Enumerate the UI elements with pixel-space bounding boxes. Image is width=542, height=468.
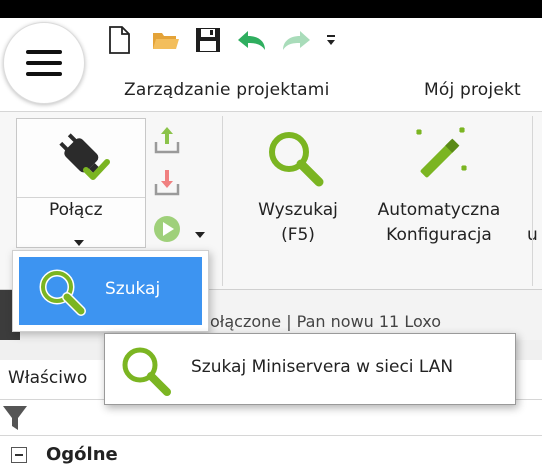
menu-item-search[interactable]: Szukaj xyxy=(19,257,202,325)
save-icon[interactable] xyxy=(192,26,224,54)
autoconfig-label: Automatyczna xyxy=(377,200,501,220)
redo-icon[interactable] xyxy=(278,26,316,54)
section-title-general: Ogólne xyxy=(46,444,118,465)
filter-row xyxy=(0,400,542,436)
search-magnifier-icon xyxy=(119,344,173,402)
upload-icon[interactable] xyxy=(152,124,182,160)
tooltip-text: Szukaj Miniservera w sieci LAN xyxy=(191,357,454,377)
search-magnifier-icon xyxy=(37,267,87,321)
group-separator-right xyxy=(532,116,533,286)
collapse-toggle-icon[interactable] xyxy=(11,447,27,463)
download-icon[interactable] xyxy=(152,166,182,202)
window-top-edge xyxy=(0,0,542,18)
play-dropdown-arrow-icon[interactable] xyxy=(194,224,206,243)
obscured-status-text: ołączone | Pan nowu 11 Loxo xyxy=(210,312,442,331)
customize-toolbar-icon[interactable] xyxy=(322,26,340,54)
tab-project-management[interactable]: Zarządzanie projektami xyxy=(124,80,330,100)
split-divider xyxy=(17,197,145,198)
connect-dropdown-arrow-icon[interactable] xyxy=(73,232,85,251)
search-label: Wyszukaj xyxy=(258,200,338,220)
app-menu-button[interactable] xyxy=(3,22,85,104)
connect-dropdown-menu: Szukaj xyxy=(12,250,209,332)
open-folder-icon[interactable] xyxy=(150,26,182,54)
play-icon[interactable] xyxy=(152,214,182,248)
undo-icon[interactable] xyxy=(232,26,270,54)
group-separator xyxy=(222,116,223,286)
tab-my-project[interactable]: Mój projekt xyxy=(424,80,521,100)
connect-label: Połącz xyxy=(49,200,103,220)
search-shortcut-label: (F5) xyxy=(281,225,315,245)
filter-icon[interactable] xyxy=(2,404,28,436)
autoconfig-label-line2: Konfiguracja xyxy=(386,225,492,245)
menu-item-search-label: Szukaj xyxy=(105,279,161,299)
search-magnifier-icon[interactable] xyxy=(265,128,327,194)
hamburger-icon xyxy=(26,50,62,76)
search-tooltip: Szukaj Miniservera w sieci LAN xyxy=(104,333,516,405)
properties-label: Właściwo xyxy=(8,368,88,388)
connect-plug-icon xyxy=(52,126,112,190)
new-file-icon[interactable] xyxy=(104,26,134,54)
magic-wand-icon[interactable] xyxy=(410,126,472,192)
